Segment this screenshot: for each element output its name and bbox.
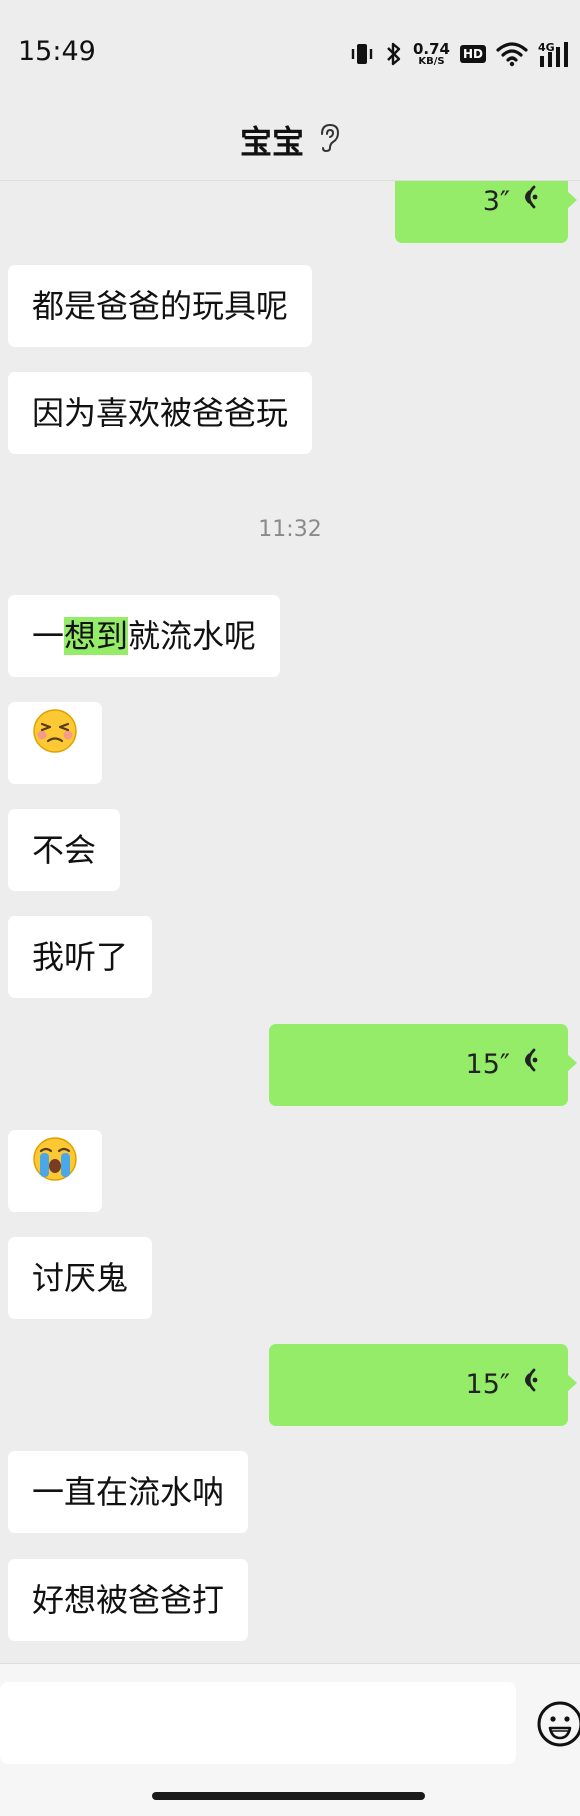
voice-wave-icon — [518, 181, 540, 243]
wifi-icon — [496, 41, 528, 67]
chat-title: 宝宝 — [0, 100, 580, 180]
text-message[interactable]: 我听了 — [8, 916, 153, 998]
chat-messages[interactable]: 3″ 都是爸爸的玩具呢 因为喜欢被爸爸玩 11:32 一想到就流水呢 不会 我听… — [0, 181, 580, 1661]
message-input[interactable] — [0, 1682, 516, 1764]
status-bar: 15:49 0.74 KB/S HD 4G — [0, 0, 580, 100]
voice-duration: 3″ — [482, 186, 510, 217]
emoji-message[interactable] — [8, 1130, 102, 1212]
status-icons: 0.74 KB/S HD 4G — [349, 38, 572, 70]
network-speed-value: 0.74 — [412, 39, 450, 58]
text-message[interactable]: 好想被爸爸打 — [8, 1559, 249, 1641]
voice-wave-icon — [518, 1024, 540, 1106]
text-message[interactable]: 不会 — [8, 809, 121, 891]
hd-badge: HD — [459, 45, 486, 63]
text-message[interactable]: 讨厌鬼 — [8, 1237, 153, 1319]
text-message[interactable]: 都是爸爸的玩具呢 — [8, 265, 313, 347]
network-type-label: 4G — [538, 41, 555, 54]
persevering-face-icon — [32, 702, 78, 784]
contact-name[interactable]: 宝宝 — [240, 117, 304, 163]
network-speed: 0.74 KB/S — [412, 39, 450, 67]
home-indicator[interactable] — [152, 1792, 425, 1800]
status-time: 15:49 — [18, 36, 96, 67]
text-message[interactable]: 一直在流水呐 — [8, 1451, 249, 1533]
emoji-message[interactable] — [8, 702, 102, 784]
text-message[interactable]: 一想到就流水呢 — [8, 595, 281, 677]
voice-duration: 15″ — [465, 1369, 510, 1400]
voice-message[interactable]: 3″ — [395, 181, 577, 243]
voice-wave-icon — [518, 1344, 540, 1426]
chat-header: 宝宝 — [0, 100, 580, 181]
bluetooth-icon — [385, 41, 403, 67]
text-message[interactable]: 因为喜欢被爸爸玩 — [8, 372, 313, 454]
ear-icon — [318, 122, 340, 158]
crying-face-icon — [32, 1130, 78, 1212]
message-timestamp: 11:32 — [258, 517, 322, 542]
voice-duration: 15″ — [465, 1049, 510, 1080]
emoji-button[interactable] — [536, 1700, 580, 1748]
message-text-part: 就流水呢 — [128, 617, 257, 655]
voice-message[interactable]: 15″ — [269, 1344, 577, 1426]
network-speed-unit: KB/S — [418, 55, 445, 67]
vibrate-icon — [349, 41, 375, 67]
message-text-part: 一 — [32, 617, 65, 655]
highlighted-text[interactable]: 想到 — [64, 617, 129, 655]
cellular-signal-icon: 4G — [538, 40, 572, 68]
emoji-face-icon — [537, 1701, 580, 1747]
voice-message[interactable]: 15″ — [269, 1024, 577, 1106]
